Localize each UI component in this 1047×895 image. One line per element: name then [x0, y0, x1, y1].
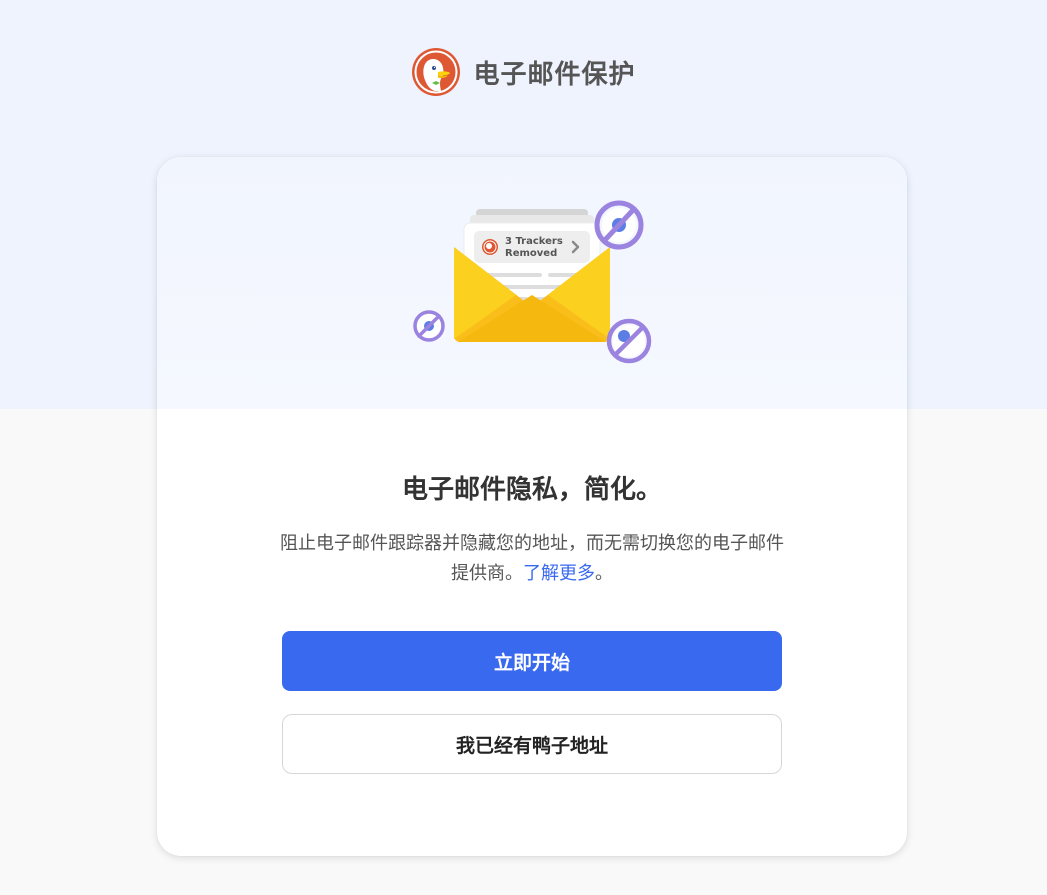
already-have-duck-address-button[interactable]: 我已经有鸭子地址: [282, 714, 782, 774]
onboarding-card: 3 Trackers Removed 电子邮件隐私，简化。 阻止电子邮件跟踪器并…: [157, 157, 907, 856]
card-description: 阻止电子邮件跟踪器并隐藏您的地址，而无需切换您的电子邮件提供商。了解更多。: [277, 529, 787, 589]
card-headline: 电子邮件隐私，简化。: [401, 475, 662, 505]
badge-line-1: 3 Trackers: [505, 236, 563, 247]
envelope-illustration: 3 Trackers Removed: [413, 200, 652, 364]
description-suffix: 。: [595, 563, 613, 584]
blocked-tracker-icon: [606, 318, 652, 364]
badge-line-2: Removed: [505, 248, 557, 259]
blocked-tracker-icon: [594, 200, 644, 250]
blocked-tracker-icon: [413, 310, 445, 342]
header: 电子邮件保护: [0, 46, 1047, 98]
card-hero: 3 Trackers Removed: [157, 157, 907, 409]
header-title: 电子邮件保护: [473, 59, 636, 90]
trackers-removed-badge: 3 Trackers Removed: [474, 231, 590, 263]
duckduckgo-logo-icon: [412, 48, 461, 96]
learn-more-link[interactable]: 了解更多: [523, 563, 595, 584]
get-started-button[interactable]: 立即开始: [282, 631, 782, 691]
